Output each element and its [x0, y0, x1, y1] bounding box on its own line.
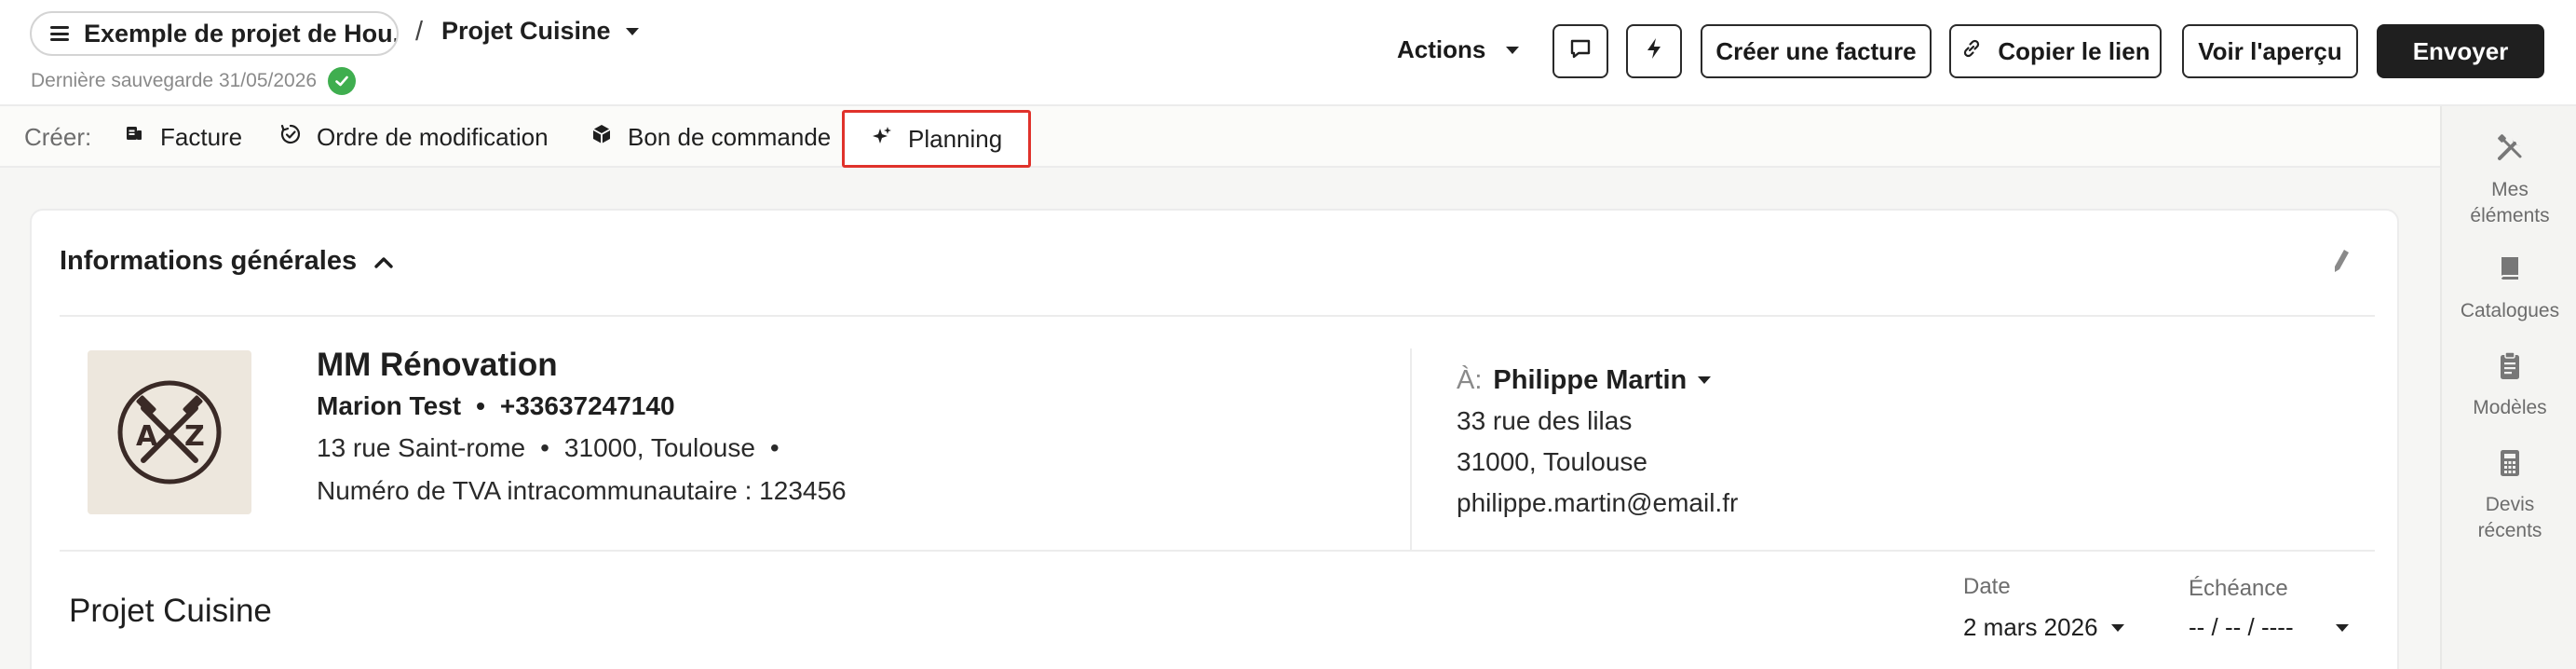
change-order-icon	[279, 123, 302, 152]
company-info: MM Rénovation Marion Test • +33637247140 1…	[317, 345, 847, 512]
company-address: 13 rue Saint-rome • 31000, Toulouse •	[317, 427, 847, 470]
contact-name: Marion Test	[317, 391, 462, 420]
company-vat: Numéro de TVA intracommunautaire : 12345…	[317, 476, 847, 505]
chevron-down-icon	[625, 27, 639, 35]
main-content: Informations générales A Z MM Rénovation…	[0, 168, 2440, 669]
copy-link-label: Copier le lien	[1998, 36, 2150, 65]
company-street: 13 rue Saint-rome	[317, 433, 526, 462]
right-sidebar: Mes éléments Catalogues Modèles Devis ré…	[2440, 106, 2576, 669]
current-page-label: Projet Cuisine	[441, 17, 611, 45]
svg-text:A: A	[136, 420, 158, 453]
separator-dot: •	[769, 433, 780, 462]
due-date-picker[interactable]: -- / -- / ----	[2189, 613, 2349, 642]
chevron-up-icon	[373, 246, 394, 277]
separator-dot: •	[540, 433, 549, 462]
company-city: 31000, Toulouse	[563, 433, 755, 462]
rail-recent-quotes-label-2: récents	[2477, 520, 2542, 541]
rail-recent-quotes[interactable]: Devis récents	[2442, 447, 2576, 544]
link-icon	[1960, 37, 1983, 66]
client-name: Philippe Martin	[1493, 365, 1688, 395]
save-status: Dernière sauvegarde 31/05/2026	[31, 67, 357, 95]
general-info-toggle[interactable]: Informations générales	[60, 246, 394, 277]
due-date-value: -- / -- / ----	[2189, 613, 2294, 641]
box-icon	[590, 123, 613, 152]
current-page-dropdown[interactable]: Projet Cuisine	[441, 17, 639, 46]
divider	[60, 315, 2375, 317]
svg-text:Z: Z	[184, 420, 205, 453]
create-invoice-item-label: Facture	[160, 123, 243, 151]
edit-button[interactable]	[2323, 244, 2360, 281]
company-logo: A Z	[88, 350, 251, 514]
date-label: Date	[1963, 574, 2011, 599]
sparkle-icon	[871, 125, 893, 154]
create-invoice-label: Créer une facture	[1715, 36, 1917, 65]
rail-templates-label: Modèles	[2473, 397, 2547, 418]
client-info: À: Philippe Martin 33 rue des lilas 3100…	[1457, 360, 1738, 524]
create-change-order-item-label: Ordre de modification	[317, 123, 549, 151]
invoice-icon	[123, 123, 145, 152]
divider	[60, 550, 2375, 552]
calculator-icon	[2442, 447, 2576, 486]
book-icon	[2442, 253, 2576, 293]
chevron-down-icon	[2110, 623, 2124, 632]
project-title: Projet Cuisine	[69, 593, 272, 629]
general-info-title: Informations générales	[60, 246, 358, 276]
chevron-down-icon	[2336, 623, 2349, 632]
rail-my-items[interactable]: Mes éléments	[2442, 132, 2576, 229]
clipboard-icon	[2442, 350, 2576, 389]
rail-recent-quotes-label-1: Devis	[2485, 494, 2535, 515]
rail-catalogs[interactable]: Catalogues	[2442, 253, 2576, 324]
company-contact: Marion Test • +33637247140	[317, 386, 847, 427]
client-selector[interactable]: À: Philippe Martin	[1457, 360, 1738, 401]
create-invoice-button[interactable]: Créer une facture	[1701, 24, 1932, 78]
send-button[interactable]: Envoyer	[2377, 24, 2544, 78]
vertical-divider	[1410, 348, 1412, 550]
actions-label: Actions	[1397, 35, 1486, 63]
rail-catalogs-label: Catalogues	[2460, 300, 2560, 321]
last-saved-text: Dernière sauvegarde 31/05/2026	[31, 70, 318, 91]
client-city: 31000, Toulouse	[1457, 447, 1647, 476]
project-selector[interactable]: Exemple de projet de Hou...	[30, 11, 399, 56]
create-planning-item[interactable]: Planning	[842, 110, 1032, 168]
actions-dropdown[interactable]: Actions	[1397, 35, 1520, 64]
project-name: Exemple de projet de Hou...	[84, 19, 399, 48]
client-email: philippe.martin@email.fr	[1457, 488, 1739, 517]
rail-templates[interactable]: Modèles	[2442, 350, 2576, 421]
contact-phone: +33637247140	[499, 391, 675, 420]
date-value: 2 mars 2026	[1963, 613, 2098, 641]
preview-button[interactable]: Voir l'aperçu	[2182, 24, 2358, 78]
create-planning-item-label: Planning	[908, 124, 1003, 153]
preview-label: Voir l'aperçu	[2198, 36, 2342, 65]
date-picker[interactable]: 2 mars 2026	[1963, 613, 2124, 642]
create-label: Créer:	[24, 123, 92, 151]
company-name: MM Rénovation	[317, 347, 558, 383]
send-label: Envoyer	[2412, 36, 2509, 65]
menu-icon	[50, 26, 69, 41]
create-purchase-order-item-label: Bon de commande	[628, 123, 832, 151]
create-purchase-order-item[interactable]: Bon de commande	[590, 123, 831, 152]
chevron-down-icon	[1506, 46, 1520, 54]
pencil-icon	[2330, 247, 2352, 280]
separator-dot: •	[476, 391, 485, 420]
rail-my-items-label-1: Mes	[2491, 179, 2529, 200]
create-change-order-item[interactable]: Ordre de modification	[279, 123, 549, 152]
create-toolbar: Créer: Facture Ordre de modification Bon…	[0, 106, 2440, 168]
copy-link-button[interactable]: Copier le lien	[1949, 24, 2162, 78]
create-invoice-item[interactable]: Facture	[123, 123, 242, 152]
comment-button[interactable]	[1552, 24, 1608, 78]
tools-icon	[2442, 132, 2576, 171]
quick-action-button[interactable]	[1626, 24, 1682, 78]
chevron-down-icon	[1698, 376, 1712, 384]
check-icon	[328, 67, 357, 95]
top-bar: Exemple de projet de Hou... / Projet Cui…	[0, 0, 2576, 106]
rail-my-items-label-2: éléments	[2470, 205, 2550, 226]
lightning-icon	[1644, 36, 1664, 67]
client-to-prefix: À:	[1457, 365, 1483, 395]
comment-icon	[1568, 36, 1593, 67]
general-info-card: Informations générales A Z MM Rénovation…	[30, 209, 2399, 669]
client-street: 33 rue des lilas	[1457, 406, 1633, 435]
due-date-label: Échéance	[2189, 576, 2288, 601]
breadcrumb-separator: /	[415, 17, 424, 47]
